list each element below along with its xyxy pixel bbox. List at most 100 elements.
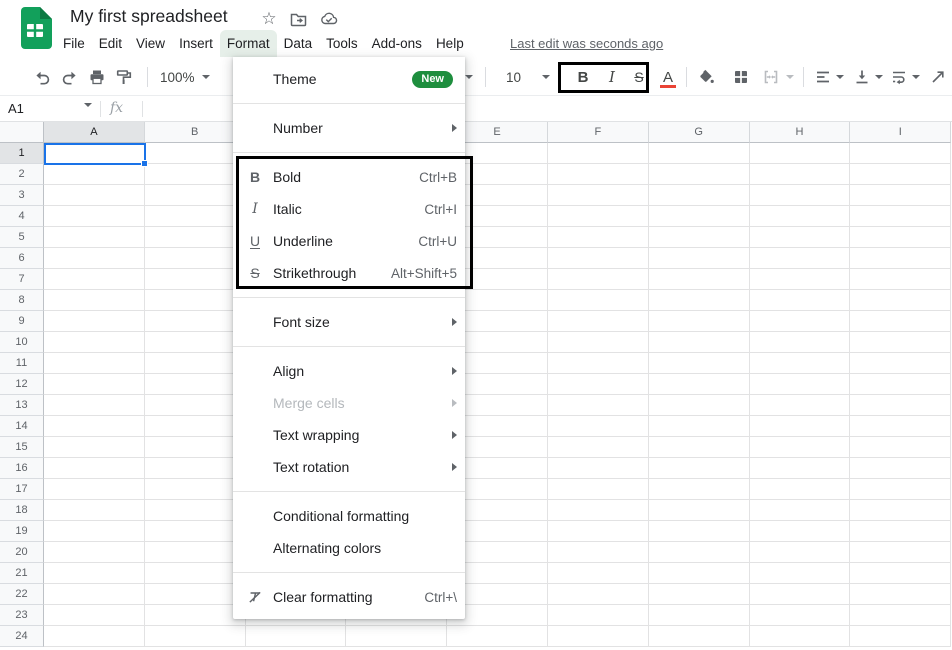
bold-button[interactable]: B	[571, 63, 595, 91]
cell-a17[interactable]	[44, 479, 145, 500]
text-color-button[interactable]: A	[655, 63, 681, 91]
cell-h22[interactable]	[750, 584, 851, 605]
cell-e24[interactable]	[447, 626, 548, 647]
cell-b2[interactable]	[145, 164, 246, 185]
cell-a5[interactable]	[44, 227, 145, 248]
cell-g3[interactable]	[649, 185, 750, 206]
cell-a14[interactable]	[44, 416, 145, 437]
menu-item-bold[interactable]: BBoldCtrl+B	[233, 161, 465, 193]
last-edit-status[interactable]: Last edit was seconds ago	[510, 30, 663, 57]
cell-a22[interactable]	[44, 584, 145, 605]
row-header-23[interactable]: 23	[0, 605, 44, 626]
cell-h19[interactable]	[750, 521, 851, 542]
cell-f16[interactable]	[548, 458, 649, 479]
cell-f22[interactable]	[548, 584, 649, 605]
menu-item-italic[interactable]: IItalicCtrl+I	[233, 193, 465, 225]
menubar-item-tools[interactable]: Tools	[319, 30, 365, 57]
cell-a13[interactable]	[44, 395, 145, 416]
cell-i17[interactable]	[850, 479, 951, 500]
cell-b22[interactable]	[145, 584, 246, 605]
cell-i18[interactable]	[850, 500, 951, 521]
cell-h1[interactable]	[750, 143, 851, 164]
cell-h5[interactable]	[750, 227, 851, 248]
cell-h21[interactable]	[750, 563, 851, 584]
redo-button[interactable]	[56, 63, 84, 91]
menubar-item-help[interactable]: Help	[429, 30, 471, 57]
row-header-17[interactable]: 17	[0, 479, 44, 500]
cell-f8[interactable]	[548, 290, 649, 311]
cell-h18[interactable]	[750, 500, 851, 521]
row-header-22[interactable]: 22	[0, 584, 44, 605]
cell-h8[interactable]	[750, 290, 851, 311]
borders-button[interactable]	[727, 63, 755, 91]
cell-g7[interactable]	[649, 269, 750, 290]
cell-i1[interactable]	[850, 143, 951, 164]
cell-c24[interactable]	[246, 626, 347, 647]
cell-b6[interactable]	[145, 248, 246, 269]
cell-b9[interactable]	[145, 311, 246, 332]
cell-b14[interactable]	[145, 416, 246, 437]
cell-i22[interactable]	[850, 584, 951, 605]
cell-a20[interactable]	[44, 542, 145, 563]
cell-h14[interactable]	[750, 416, 851, 437]
cell-i2[interactable]	[850, 164, 951, 185]
column-header-i[interactable]: I	[850, 122, 951, 143]
horizontal-align-caret[interactable]	[833, 63, 846, 91]
cell-a2[interactable]	[44, 164, 145, 185]
cell-g22[interactable]	[649, 584, 750, 605]
menu-item-text-rotation[interactable]: Text rotation	[233, 451, 465, 483]
cell-a4[interactable]	[44, 206, 145, 227]
row-header-14[interactable]: 14	[0, 416, 44, 437]
sheets-logo-icon[interactable]	[18, 7, 52, 49]
cell-g16[interactable]	[649, 458, 750, 479]
cell-f2[interactable]	[548, 164, 649, 185]
cell-g15[interactable]	[649, 437, 750, 458]
cell-h20[interactable]	[750, 542, 851, 563]
row-header-13[interactable]: 13	[0, 395, 44, 416]
cell-a24[interactable]	[44, 626, 145, 647]
cell-f20[interactable]	[548, 542, 649, 563]
menu-item-theme[interactable]: ThemeNew	[233, 63, 465, 95]
cell-i21[interactable]	[850, 563, 951, 584]
cell-h13[interactable]	[750, 395, 851, 416]
cell-i5[interactable]	[850, 227, 951, 248]
font-size-select[interactable]: 10	[498, 63, 558, 91]
cell-b15[interactable]	[145, 437, 246, 458]
cell-g14[interactable]	[649, 416, 750, 437]
cell-b20[interactable]	[145, 542, 246, 563]
cell-b17[interactable]	[145, 479, 246, 500]
cell-h16[interactable]	[750, 458, 851, 479]
cell-b13[interactable]	[145, 395, 246, 416]
menu-item-alternating-colors[interactable]: Alternating colors	[233, 532, 465, 564]
cell-f24[interactable]	[548, 626, 649, 647]
cell-g4[interactable]	[649, 206, 750, 227]
cell-h24[interactable]	[750, 626, 851, 647]
menubar-item-insert[interactable]: Insert	[172, 30, 220, 57]
row-header-4[interactable]: 4	[0, 206, 44, 227]
cell-g19[interactable]	[649, 521, 750, 542]
cell-h7[interactable]	[750, 269, 851, 290]
cell-f3[interactable]	[548, 185, 649, 206]
menubar-item-view[interactable]: View	[129, 30, 172, 57]
cell-a23[interactable]	[44, 605, 145, 626]
cell-a8[interactable]	[44, 290, 145, 311]
cell-g10[interactable]	[649, 332, 750, 353]
cell-i9[interactable]	[850, 311, 951, 332]
cell-g21[interactable]	[649, 563, 750, 584]
cell-i15[interactable]	[850, 437, 951, 458]
cell-a21[interactable]	[44, 563, 145, 584]
cell-f14[interactable]	[548, 416, 649, 437]
cell-f15[interactable]	[548, 437, 649, 458]
cell-b3[interactable]	[145, 185, 246, 206]
row-header-20[interactable]: 20	[0, 542, 44, 563]
cell-i3[interactable]	[850, 185, 951, 206]
fill-handle[interactable]	[141, 160, 148, 167]
cell-b12[interactable]	[145, 374, 246, 395]
cell-b4[interactable]	[145, 206, 246, 227]
cell-f1[interactable]	[548, 143, 649, 164]
column-header-g[interactable]: G	[649, 122, 750, 143]
move-folder-icon[interactable]	[287, 9, 309, 29]
cell-f12[interactable]	[548, 374, 649, 395]
print-button[interactable]	[83, 63, 111, 91]
cell-d24[interactable]	[346, 626, 447, 647]
